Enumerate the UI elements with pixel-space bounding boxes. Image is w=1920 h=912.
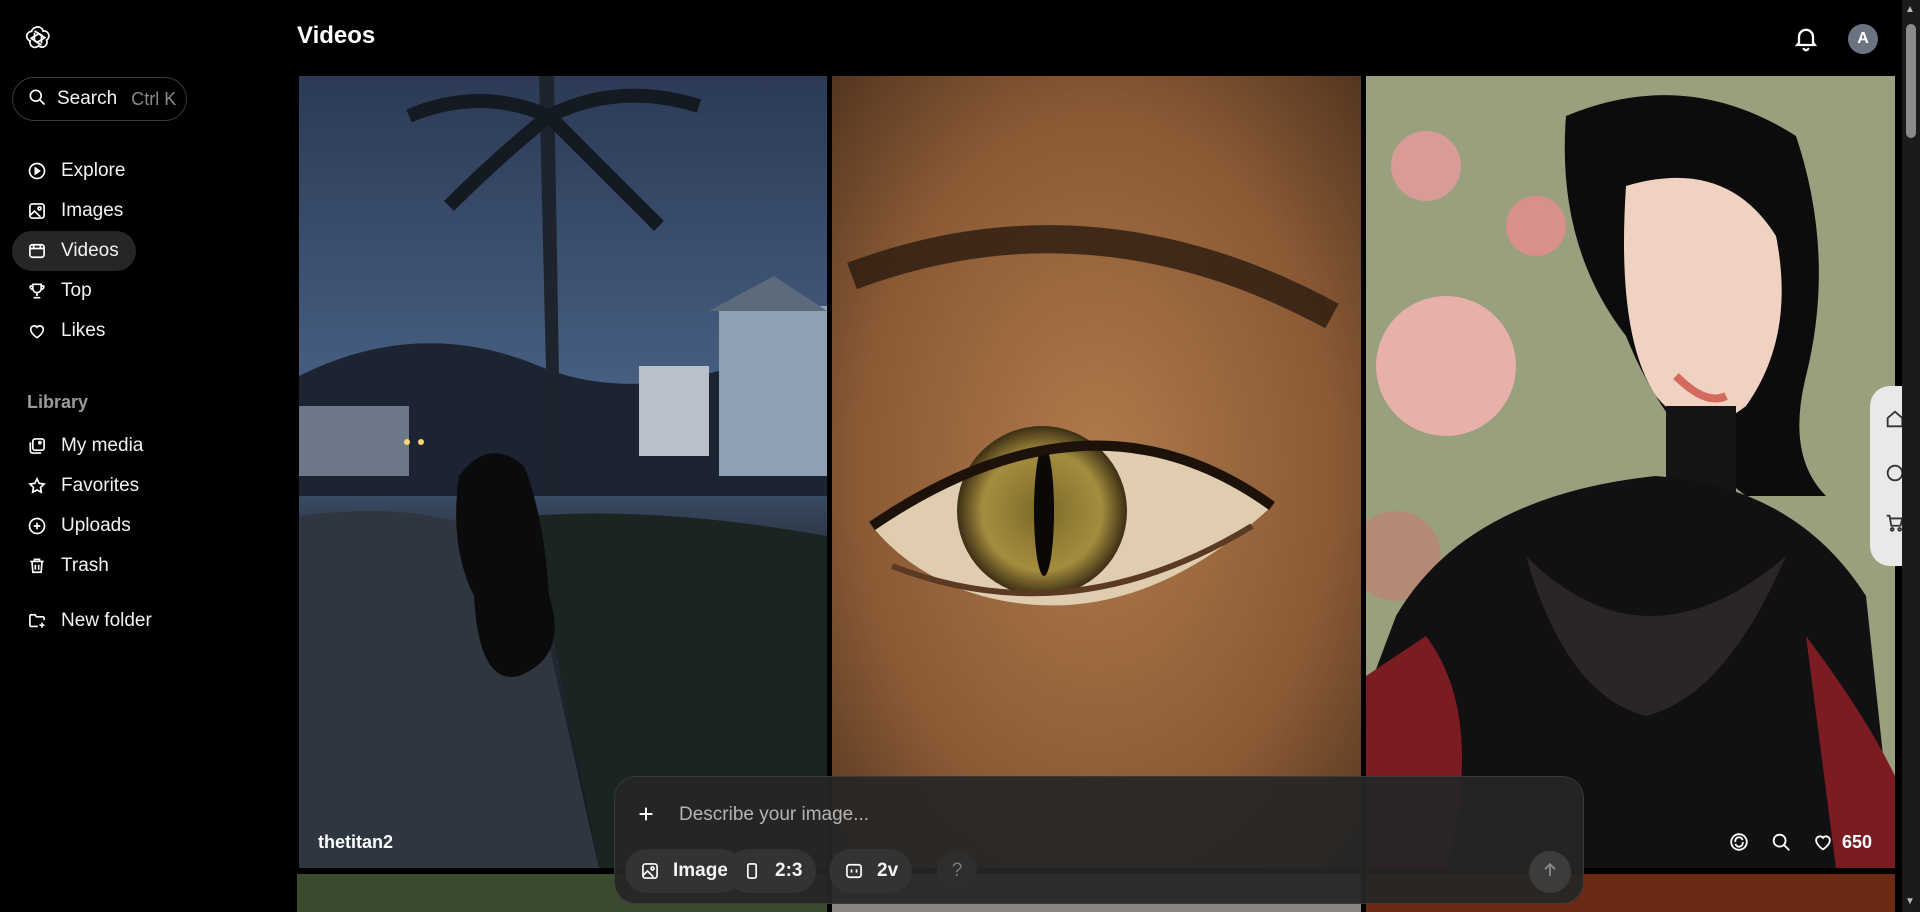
search-label: Search	[57, 88, 118, 109]
nav-label-videos: Videos	[61, 240, 119, 261]
aspect-ratio-label: 2:3	[775, 860, 803, 881]
video-icon	[27, 241, 47, 261]
folder-plus-icon	[27, 611, 47, 631]
night-street-creature-image	[299, 76, 827, 868]
nav-item-images[interactable]: Images	[12, 191, 136, 231]
remix-icon[interactable]	[1726, 829, 1752, 855]
star-icon	[27, 476, 47, 496]
nav-item-likes[interactable]: Likes	[12, 311, 136, 351]
gallery-tile-eye[interactable]	[832, 76, 1361, 868]
new-folder-label: New folder	[61, 610, 152, 631]
nav-label-images: Images	[61, 200, 124, 221]
nav-label-likes: Likes	[61, 320, 106, 341]
nav-label-top: Top	[61, 280, 92, 301]
tile-actions: 650	[1726, 826, 1872, 858]
mode-label: Image	[673, 860, 728, 881]
image-icon	[27, 201, 47, 221]
tile-author[interactable]: thetitan2	[318, 832, 393, 853]
sidebar: Search Ctrl K Explore Images Videos Top …	[0, 0, 290, 912]
search-shortcut: Ctrl K	[131, 88, 177, 109]
variations-button[interactable]: 2v	[829, 849, 913, 893]
library-nav: My media Favorites Uploads Trash	[12, 426, 278, 586]
search-icon	[27, 87, 47, 112]
zoom-icon[interactable]	[1768, 829, 1794, 855]
nav-label-explore: Explore	[61, 160, 126, 181]
arrow-up-icon	[1540, 860, 1560, 885]
trash-icon	[27, 556, 47, 576]
nav-label-uploads: Uploads	[61, 515, 131, 536]
library-heading: Library	[27, 392, 89, 412]
nav-item-videos[interactable]: Videos	[12, 231, 136, 271]
nav-item-trash[interactable]: Trash	[12, 546, 136, 586]
add-attachment-icon[interactable]	[635, 803, 659, 827]
nav-item-my-media[interactable]: My media	[12, 426, 143, 466]
like-heart-icon[interactable]	[1810, 829, 1836, 855]
play-circle-icon	[27, 161, 47, 181]
portrait-ratio-icon	[741, 860, 763, 882]
heart-icon	[27, 321, 47, 341]
avatar[interactable]: A	[1848, 24, 1878, 54]
prompt-composer: Image 2:3 2v ?	[614, 776, 1584, 904]
nav-label-my-media: My media	[61, 435, 144, 456]
notifications-bell-icon[interactable]	[1792, 24, 1820, 52]
help-button[interactable]: ?	[937, 851, 977, 891]
scroll-up-arrow-icon[interactable]: ▲	[1905, 4, 1917, 16]
mode-image-button[interactable]: Image	[625, 849, 742, 893]
nav-label-trash: Trash	[61, 555, 109, 576]
gallery-tile-portrait[interactable]	[1366, 76, 1895, 868]
openai-logo-icon[interactable]	[24, 24, 52, 52]
folder-nav: New folder	[12, 601, 278, 641]
search-button[interactable]: Search Ctrl K	[12, 77, 187, 121]
gallery-tile-night-street[interactable]	[299, 76, 827, 868]
cat-eye-closeup-image	[832, 76, 1361, 868]
new-folder-button[interactable]: New folder	[12, 601, 152, 641]
scroll-down-arrow-icon[interactable]: ▼	[1905, 896, 1917, 908]
prompt-input[interactable]	[679, 801, 1379, 829]
nav-item-uploads[interactable]: Uploads	[12, 506, 136, 546]
nav-label-favorites: Favorites	[61, 475, 140, 496]
image-mode-icon	[639, 860, 661, 882]
media-stack-icon	[27, 436, 47, 456]
nav-item-favorites[interactable]: Favorites	[12, 466, 140, 506]
nav-item-explore[interactable]: Explore	[12, 151, 136, 191]
scrollbar-thumb[interactable]	[1906, 24, 1916, 138]
page-title: Videos	[297, 22, 376, 49]
aspect-ratio-button[interactable]: 2:3	[727, 849, 817, 893]
trophy-icon	[27, 281, 47, 301]
send-button[interactable]	[1529, 851, 1571, 893]
variations-icon	[843, 860, 865, 882]
plus-circle-icon	[27, 516, 47, 536]
main-nav: Explore Images Videos Top Likes	[12, 151, 278, 351]
nav-item-top[interactable]: Top	[12, 271, 136, 311]
variations-label: 2v	[877, 860, 899, 881]
woman-portrait-lace-image	[1366, 76, 1895, 868]
like-count: 650	[1842, 831, 1873, 852]
